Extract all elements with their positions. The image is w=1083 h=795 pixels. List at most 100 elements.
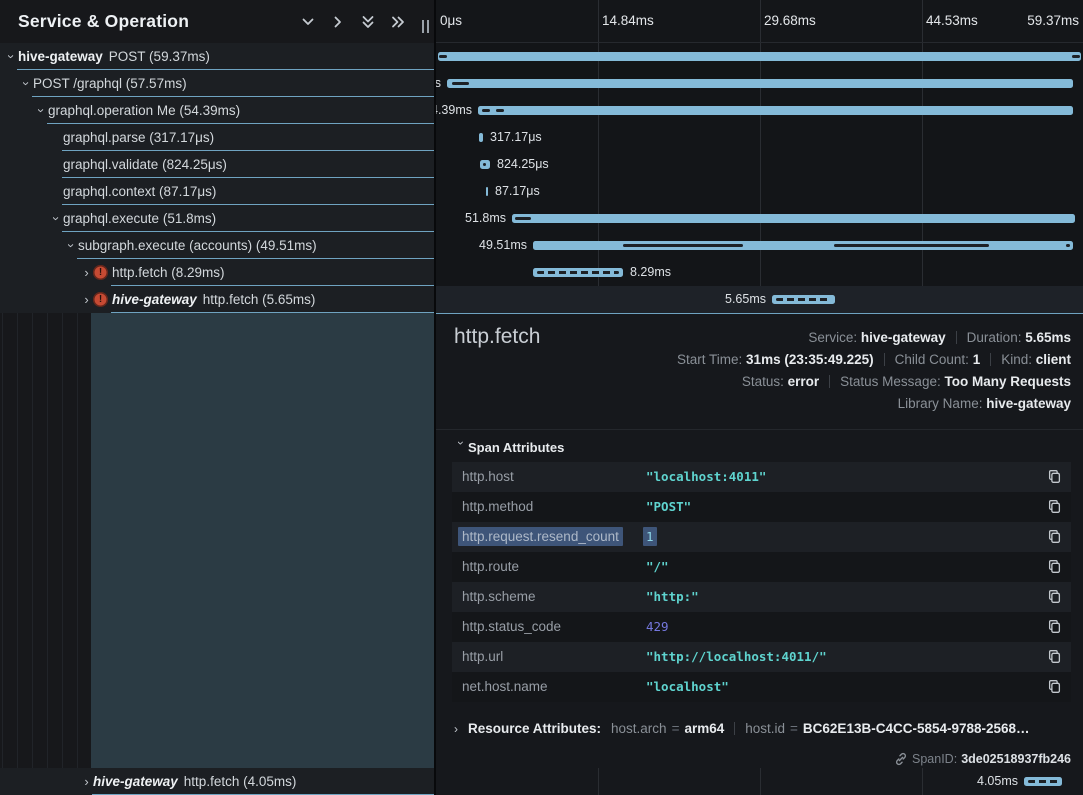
span-detail-panel: http.fetch Service: hive-gatewayDuration… bbox=[436, 313, 1083, 768]
chevron-down-icon[interactable] bbox=[300, 14, 316, 30]
span-meta-line: Status: errorStatus Message: Too Many Re… bbox=[677, 371, 1071, 393]
span-id-value: 3de02518937fb246 bbox=[961, 752, 1071, 766]
span-row-label: http.fetch (8.29ms) bbox=[112, 259, 225, 286]
error-icon: ! bbox=[93, 265, 108, 280]
meta-label: Child Count: bbox=[895, 352, 973, 367]
span-row-label: graphql.parse (317.17μs) bbox=[63, 124, 214, 151]
span-tree-row[interactable]: graphql.validate (824.25μs) bbox=[0, 151, 434, 178]
meta-value: 31ms (23:35:49.225) bbox=[746, 352, 874, 367]
self-time-mark bbox=[483, 163, 486, 166]
copy-icon[interactable] bbox=[1047, 619, 1063, 635]
copy-icon[interactable] bbox=[1047, 649, 1063, 665]
span-tree-row[interactable]: ›graphql.operation Me (54.39ms) bbox=[0, 97, 434, 124]
span-duration-bar[interactable] bbox=[512, 214, 1075, 223]
timeline-tick-label: 44.53ms bbox=[926, 0, 978, 42]
duration-label: 49.51ms bbox=[479, 232, 527, 259]
timeline-panel: 0μs14.84ms29.68ms44.53ms59.37ms 57.57ms5… bbox=[434, 0, 1083, 795]
tree-header: Service & Operation bbox=[0, 0, 434, 43]
timeline-span-row: 54.39ms bbox=[436, 97, 1083, 124]
self-time-mark bbox=[482, 109, 490, 112]
timeline-tick-label: 14.84ms bbox=[602, 0, 654, 42]
attribute-key: http.host bbox=[462, 462, 514, 492]
error-icon: ! bbox=[93, 292, 108, 307]
copy-icon[interactable] bbox=[1047, 679, 1063, 695]
tree-toolbar bbox=[300, 14, 406, 30]
meta-value: client bbox=[1036, 352, 1071, 367]
equals-sign: = bbox=[790, 721, 798, 736]
chevron-right-icon[interactable] bbox=[330, 14, 346, 30]
span-tree-row[interactable]: ›hive-gatewayhttp.fetch (4.05ms) bbox=[0, 768, 434, 795]
span-duration-bar[interactable] bbox=[533, 241, 1073, 250]
span-duration-bar[interactable] bbox=[438, 52, 1081, 61]
span-tree-row[interactable]: graphql.context (87.17μs) bbox=[0, 178, 434, 205]
span-title: http.fetch bbox=[454, 325, 540, 349]
span-meta-line: Start Time: 31ms (23:35:49.225) Child Cou… bbox=[677, 349, 1071, 371]
span-duration-bar[interactable] bbox=[772, 295, 835, 304]
meta-label: Status: bbox=[742, 374, 788, 389]
resource-attributes-toggle[interactable]: ›Resource Attributes:host.arch=arm64host… bbox=[454, 716, 1030, 742]
span-duration-bar[interactable] bbox=[478, 106, 1073, 115]
span-tree-row[interactable]: graphql.parse (317.17μs) bbox=[0, 124, 434, 151]
meta-value: hive-gateway bbox=[986, 396, 1071, 411]
copy-icon[interactable] bbox=[1047, 589, 1063, 605]
span-row-label: subgraph.execute (accounts) (49.51ms) bbox=[78, 232, 317, 259]
attribute-row: http.route"/" bbox=[452, 552, 1071, 582]
panel-resize-handle[interactable] bbox=[422, 20, 429, 33]
span-duration-bar[interactable] bbox=[486, 187, 488, 196]
attribute-row: http.scheme"http:" bbox=[452, 582, 1071, 612]
span-tree-row[interactable]: ›POST /graphql (57.57ms) bbox=[0, 70, 434, 97]
meta-label: Status Message: bbox=[840, 374, 944, 389]
self-time-mark bbox=[1066, 244, 1070, 247]
meta-separator bbox=[884, 353, 885, 366]
chevron-right-icon[interactable]: › bbox=[80, 768, 93, 795]
chevron-right-icon[interactable]: › bbox=[80, 259, 93, 286]
span-duration-bar[interactable] bbox=[533, 268, 623, 277]
attribute-key: http.status_code bbox=[462, 612, 561, 642]
self-time-mark bbox=[496, 109, 504, 112]
self-time-dashes bbox=[776, 298, 831, 301]
span-row-label: graphql.context (87.17μs) bbox=[63, 178, 216, 205]
span-row-label: hive-gatewayhttp.fetch (5.65ms) bbox=[112, 286, 315, 313]
span-meta-line: Service: hive-gatewayDuration: 5.65ms bbox=[677, 327, 1071, 349]
attribute-row: http.request.resend_count1 bbox=[452, 522, 1071, 552]
resource-attributes-title: Resource Attributes: bbox=[468, 721, 601, 736]
span-row-label: hive-gatewayhttp.fetch (4.05ms) bbox=[93, 768, 296, 795]
copy-icon[interactable] bbox=[1047, 499, 1063, 515]
span-tree-row[interactable]: ›hive-gatewayPOST (59.37ms) bbox=[0, 43, 434, 70]
timeline-span-row: 49.51ms bbox=[436, 232, 1083, 259]
meta-label: Service: bbox=[808, 330, 861, 345]
attribute-row: http.host "localhost:4011" bbox=[452, 462, 1071, 492]
attribute-value: "/" bbox=[646, 552, 669, 582]
span-duration-bar[interactable] bbox=[447, 79, 1073, 88]
attribute-value: "localhost:4011" bbox=[646, 462, 766, 492]
chevrons-right-icon[interactable] bbox=[390, 14, 406, 30]
span-tree-row[interactable]: ›graphql.execute (51.8ms) bbox=[0, 205, 434, 232]
attribute-value: "http://localhost:4011/" bbox=[646, 642, 827, 672]
self-time-mark bbox=[834, 244, 989, 247]
duration-label: 51.8ms bbox=[465, 205, 506, 232]
copy-icon[interactable] bbox=[1047, 529, 1063, 545]
copy-icon[interactable] bbox=[1047, 559, 1063, 575]
span-duration-bar[interactable] bbox=[479, 133, 483, 142]
duration-label: 8.29ms bbox=[630, 259, 671, 286]
span-attributes-toggle[interactable]: ›Span Attributes bbox=[454, 440, 564, 455]
meta-label: Start Time: bbox=[677, 352, 746, 367]
span-tree-row[interactable]: ›! http.fetch (8.29ms) bbox=[0, 259, 434, 286]
self-time-mark bbox=[439, 55, 447, 58]
duration-label: 5.65ms bbox=[725, 286, 766, 313]
meta-separator bbox=[956, 331, 957, 344]
chevrons-down-icon[interactable] bbox=[360, 14, 376, 30]
attribute-value: "localhost" bbox=[646, 672, 729, 702]
timeline-span-row: 57.57ms bbox=[436, 70, 1083, 97]
span-meta: Service: hive-gatewayDuration: 5.65msSta… bbox=[677, 327, 1071, 415]
span-duration-bar[interactable] bbox=[1024, 777, 1062, 786]
meta-separator bbox=[829, 375, 830, 388]
span-tree-row[interactable]: ›subgraph.execute (accounts) (49.51ms) bbox=[0, 232, 434, 259]
copy-icon[interactable] bbox=[1047, 469, 1063, 485]
timeline-span-row: 5.65ms bbox=[436, 286, 1083, 313]
resource-key: host.arch bbox=[611, 721, 667, 736]
attribute-value: "POST" bbox=[646, 492, 691, 522]
link-icon[interactable] bbox=[894, 752, 908, 766]
chevron-right-icon[interactable]: › bbox=[80, 286, 93, 313]
span-tree-row[interactable]: ›! hive-gatewayhttp.fetch (5.65ms) bbox=[0, 286, 434, 313]
